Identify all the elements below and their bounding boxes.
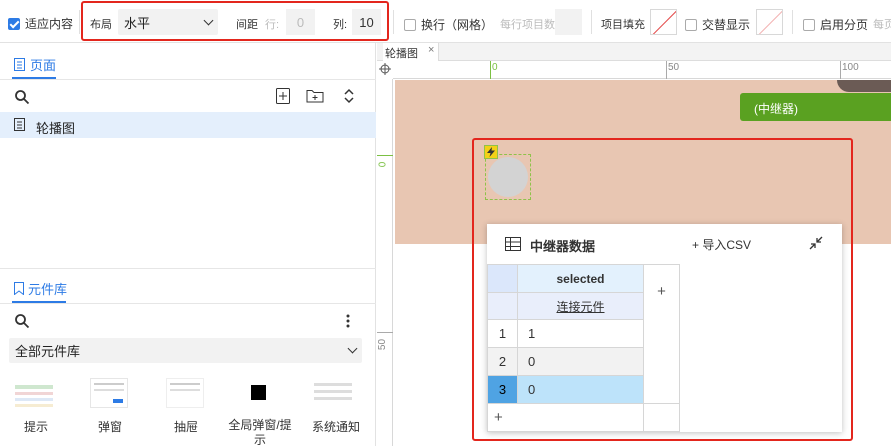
highlight-box-repeater [472,138,853,441]
add-page-icon[interactable] [276,88,290,104]
expand-collapse-icon[interactable] [343,88,355,104]
alt-display-checkbox[interactable]: 交替显示 [685,16,750,33]
page-icon [14,58,25,71]
pages-title: 页面 [30,58,57,73]
widget-label-dialog: 弹窗 [98,420,123,434]
library-filter-value: 全部元件库 [15,344,81,359]
checkbox-icon [803,18,815,31]
library-title: 元件库 [28,282,68,297]
per-row-input[interactable] [555,9,582,35]
dark-shape [837,80,891,92]
wrap-checkbox[interactable]: 换行（网格） [404,16,493,33]
fit-content-label: 适应内容 [25,17,74,31]
checkbox-icon [404,18,416,31]
widget-label-drawer: 抽屉 [174,420,199,434]
chevron-down-icon [347,343,358,354]
search-icon[interactable] [14,89,30,105]
page-item-carousel[interactable]: 轮播图 [0,112,376,138]
widget-label-notification: 系统通知 [312,420,361,434]
page-item-label: 轮播图 [36,121,76,136]
pagination-label: 启用分页 [820,18,869,32]
widget-label-tip: 提示 [24,420,49,434]
checkbox-icon [685,18,697,31]
tab-label: 轮播图 [385,48,418,60]
bookmark-icon [14,282,24,295]
pagination-checkbox[interactable]: 启用分页 [803,16,868,33]
repeater-tag-label: (中继器) [754,102,798,116]
more-vertical-icon[interactable] [345,313,351,329]
alt-display-label: 交替显示 [702,18,751,32]
page-icon [14,118,25,131]
add-folder-icon[interactable] [306,89,324,103]
highlight-box-layout [81,1,389,41]
widget-thumb-drawer[interactable] [166,378,204,408]
ruler-vertical: 0 50 [377,79,393,446]
per-page-label: 每页 [873,19,891,31]
widget-thumb-dialog[interactable] [90,378,128,408]
ruler-label: 0 [377,161,389,168]
item-fill-label: 项目填充 [601,19,645,31]
left-panel: 页面 轮播图 元件库 全部元件库 提示 弹窗 抽屉 全局弹窗/提示 系统通知 [0,43,376,447]
widget-thumb-notification[interactable] [314,383,352,405]
pages-tab[interactable]: 页面 [14,55,56,74]
wrap-label: 换行（网格） [421,18,494,32]
ruler-horizontal: 0 50 100 [393,61,891,79]
toolbar: 适应内容 布局 水平 间距 行: 0 列: 10 换行（网格） 每行项目数 项目… [0,0,891,43]
repeater-tag[interactable]: (中继器) [740,93,891,121]
ruler-label: 100 [842,62,859,73]
library-tab[interactable]: 元件库 [14,279,67,298]
close-icon[interactable]: × [428,44,434,56]
widget-label-global-dialog: 全局弹窗/提示 [228,418,292,447]
fit-content-checkbox[interactable]: 适应内容 [8,15,73,32]
tab-bar: 轮播图 × [377,43,891,61]
ruler-label: 0 [492,62,498,73]
ruler-label: 50 [668,62,680,73]
crosshair-icon [379,63,391,75]
item-fill-swatch[interactable] [650,9,677,35]
search-icon[interactable] [14,313,30,329]
widget-thumb-tip[interactable] [15,385,53,407]
tab-carousel[interactable]: 轮播图 × [383,43,439,61]
alt-fill-swatch[interactable] [756,9,783,35]
library-filter-select[interactable]: 全部元件库 [9,338,362,363]
ruler-label: 50 [377,338,389,351]
widget-thumb-global-dialog[interactable] [251,385,266,400]
checkbox-checked-icon [8,17,20,30]
per-row-label: 每行项目数 [500,19,555,31]
